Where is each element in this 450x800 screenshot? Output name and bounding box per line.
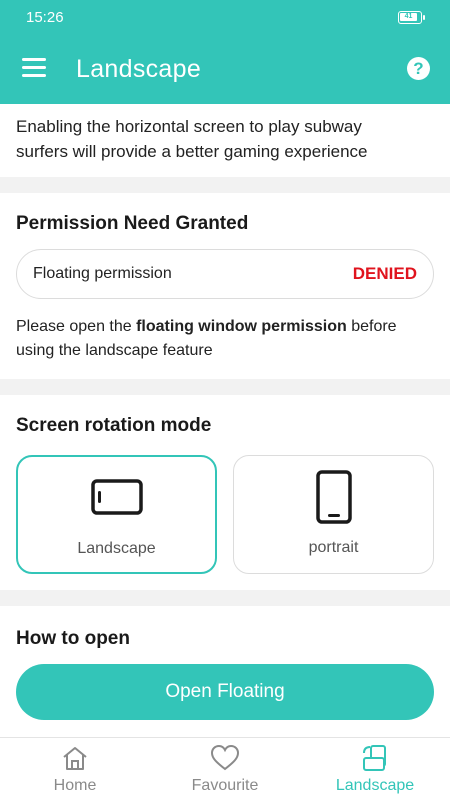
open-floating-button[interactable]: Open Floating bbox=[16, 664, 434, 720]
permission-note-prefix: Please open the bbox=[16, 318, 137, 335]
rotate-screen-icon bbox=[363, 745, 386, 771]
battery-level: 41 bbox=[400, 13, 417, 21]
intro-text: Enabling the horizontal screen to play s… bbox=[16, 117, 368, 161]
nav-label-landscape: Landscape bbox=[335, 777, 415, 794]
menu-icon[interactable] bbox=[22, 56, 48, 80]
status-bar: 15:26 41 bbox=[0, 0, 450, 36]
mode-portrait-label: portrait bbox=[308, 539, 359, 556]
mode-landscape-option[interactable]: Landscape bbox=[16, 455, 217, 574]
nav-label-favourite: Favourite bbox=[191, 777, 259, 794]
rotation-mode-card: Screen rotation mode Landscape portrait bbox=[0, 395, 450, 590]
phone-portrait-icon bbox=[316, 470, 352, 524]
mode-portrait-option[interactable]: portrait bbox=[233, 455, 434, 574]
heart-icon bbox=[210, 744, 240, 771]
nav-label-home: Home bbox=[53, 777, 97, 794]
bottom-navigation: Home Favourite Landscape bbox=[0, 737, 450, 800]
rotation-mode-title: Screen rotation mode bbox=[16, 415, 212, 436]
how-to-open-title: How to open bbox=[16, 628, 130, 649]
page-title: Landscape bbox=[76, 55, 202, 83]
permission-note: Please open the floating window permissi… bbox=[16, 315, 436, 363]
nav-item-favourite[interactable]: Favourite bbox=[150, 738, 300, 800]
permission-status-badge: DENIED bbox=[352, 264, 417, 283]
nav-item-home[interactable]: Home bbox=[0, 738, 150, 800]
permission-title: Permission Need Granted bbox=[16, 213, 249, 234]
how-to-open-card: How to open Open Floating bbox=[0, 606, 450, 737]
battery-icon: 41 bbox=[398, 11, 425, 24]
permission-card: Permission Need Granted Floating permiss… bbox=[0, 193, 450, 379]
intro-card: Enabling the horizontal screen to play s… bbox=[0, 104, 450, 177]
app-bar: 15:26 41 Landscape ? bbox=[0, 0, 450, 104]
permission-note-bold: floating window permission bbox=[136, 318, 347, 335]
floating-permission-label: Floating permission bbox=[33, 265, 172, 282]
status-time: 15:26 bbox=[26, 9, 64, 26]
home-icon bbox=[63, 747, 87, 770]
help-icon[interactable]: ? bbox=[407, 57, 430, 80]
floating-permission-row[interactable]: Floating permission DENIED bbox=[16, 249, 434, 299]
tablet-landscape-icon bbox=[91, 479, 143, 515]
nav-item-landscape[interactable]: Landscape bbox=[300, 738, 450, 800]
mode-landscape-label: Landscape bbox=[77, 540, 156, 557]
